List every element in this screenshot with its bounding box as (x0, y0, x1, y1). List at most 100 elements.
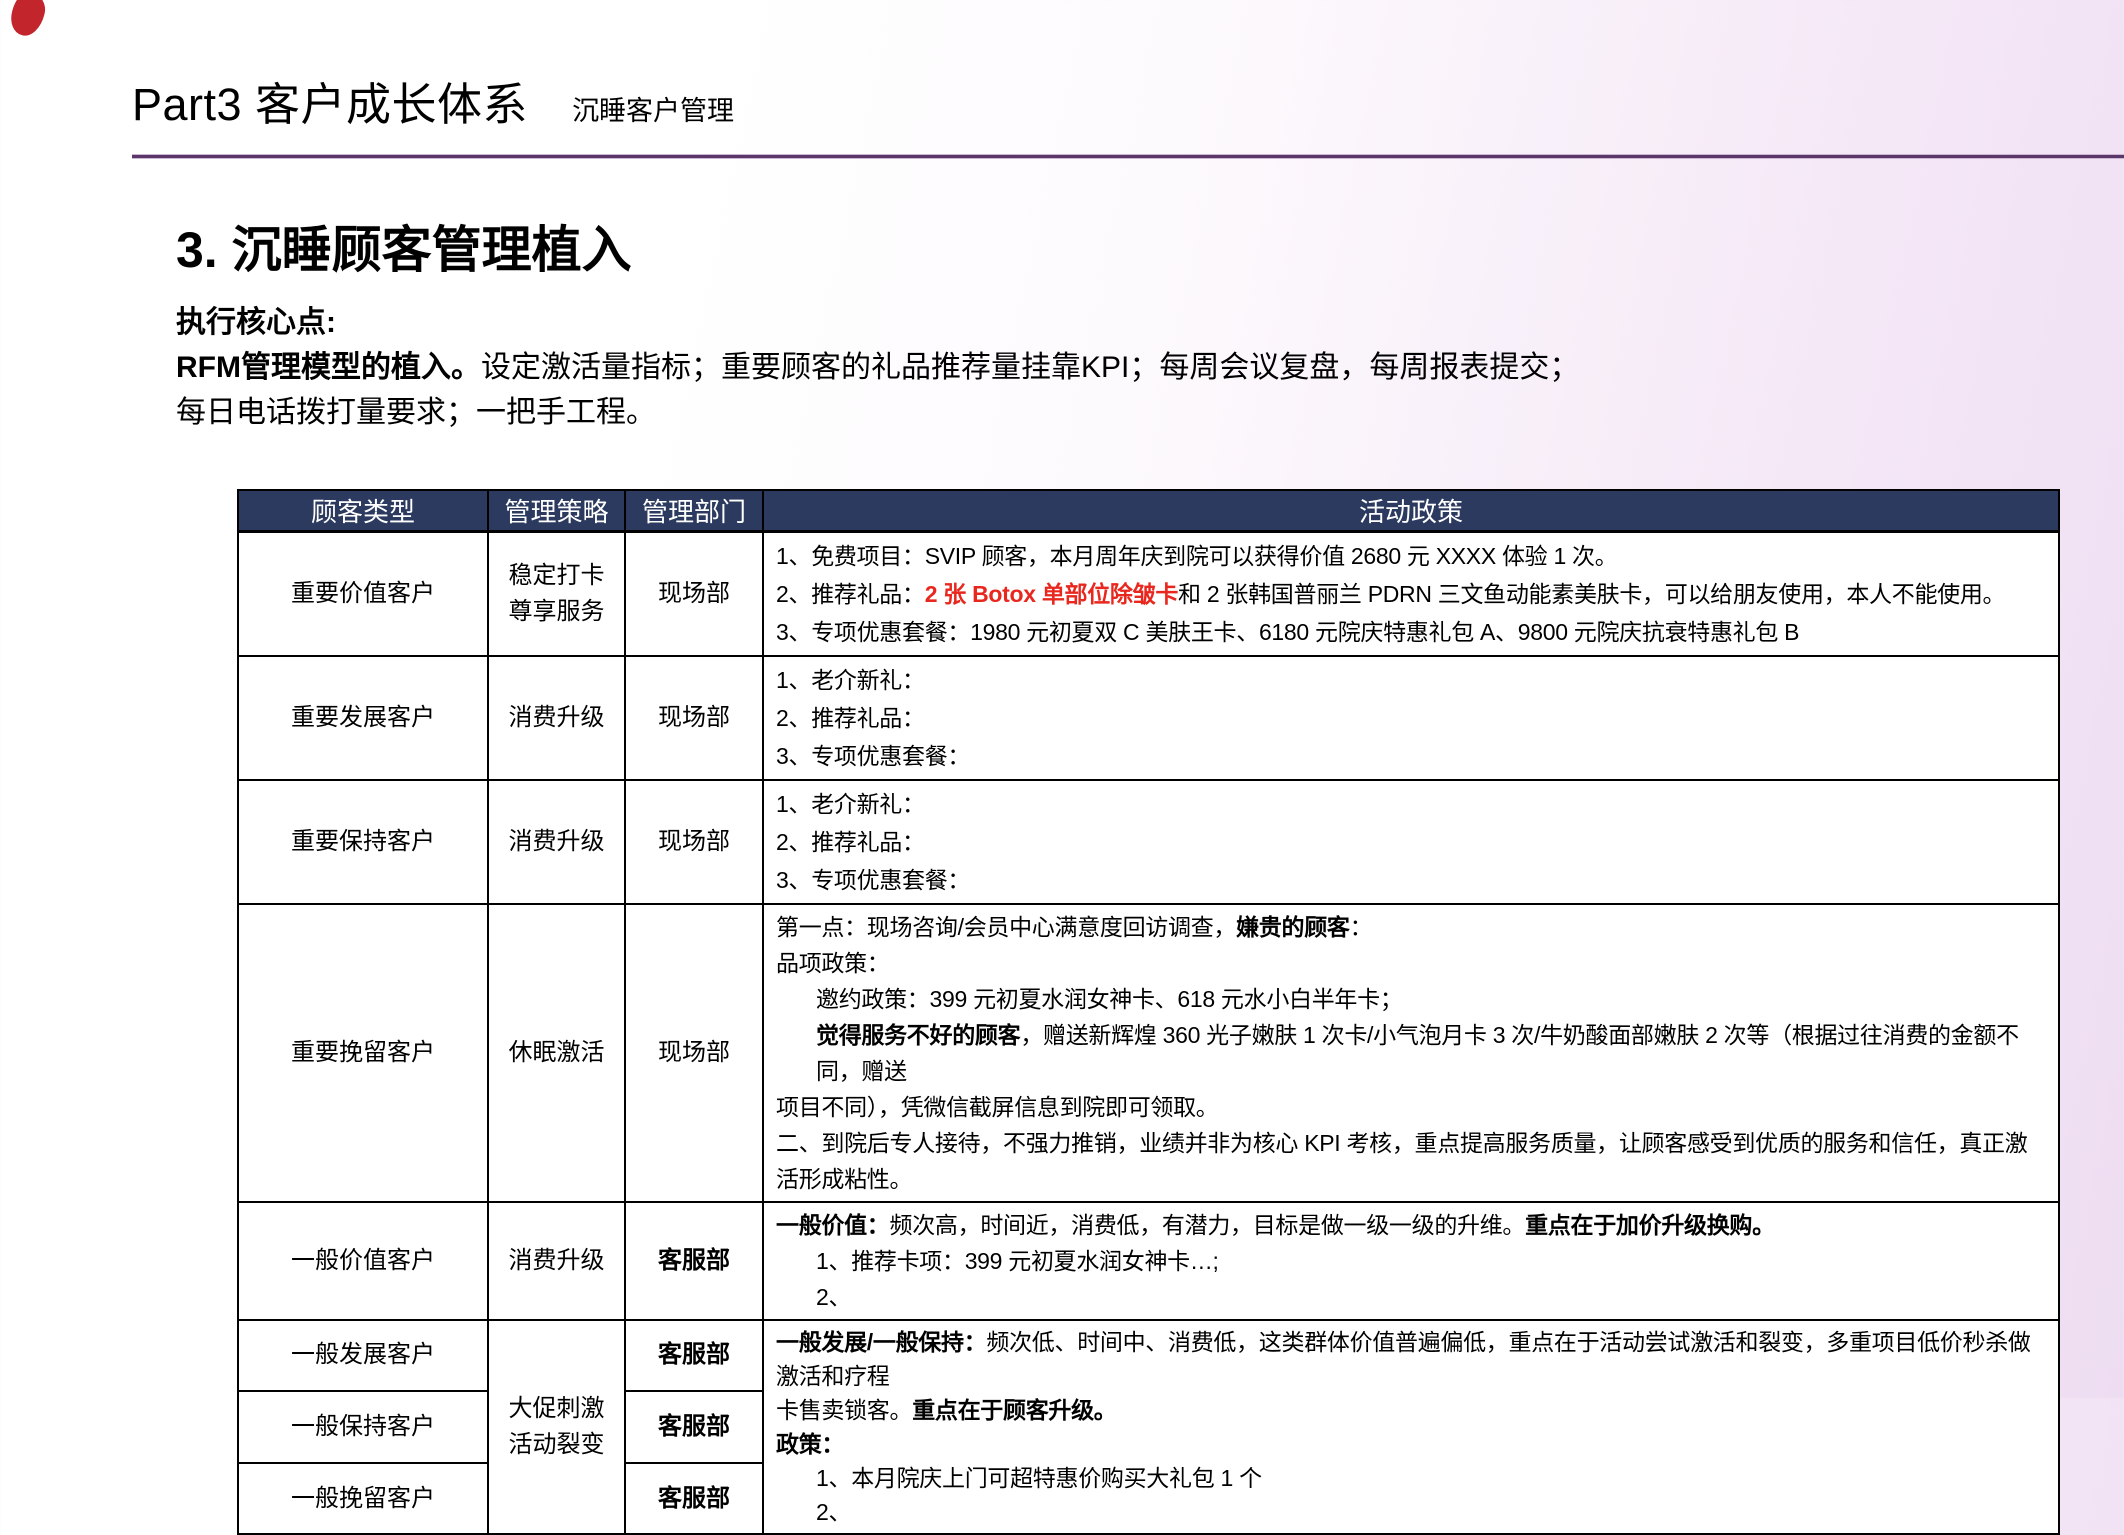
strategy-cell: 稳定打卡尊享服务 (488, 532, 625, 657)
strategy-line: 消费升级 (493, 1243, 620, 1279)
table-row: 重要挽留客户休眠激活现场部第一点：现场咨询/会员中心满意度回访调查，嫌贵的顾客：… (238, 904, 2059, 1202)
policy-line: 1、老介新礼： (776, 785, 2050, 823)
customer-type-cell: 一般挽留客户 (238, 1463, 488, 1534)
policy-text: 3、专项优惠套餐： (776, 743, 970, 769)
strategy-line: 休眠激活 (493, 1035, 620, 1071)
policy-bold-text: 政策： (776, 1431, 844, 1457)
policy-cell: 1、老介新礼： 2、推荐礼品： 3、专项优惠套餐： (763, 780, 2059, 904)
table-row: 一般发展客户大促刺激活动裂变客服部一般发展/一般保持：频次低、时间中、消费低，这… (238, 1320, 2059, 1391)
policy-highlight-red: 2 张 Botox 单部位除皱卡 (925, 581, 1178, 607)
policy-line: 卡售卖锁客。重点在于顾客升级。 (776, 1393, 2050, 1427)
department-cell: 客服部 (625, 1202, 763, 1320)
strategy-line: 尊享服务 (493, 594, 620, 630)
strategy-cell: 消费升级 (488, 1202, 625, 1320)
policy-text: 项目不同），凭微信截屏信息到院即可领取。 (776, 1094, 1219, 1120)
policy-line: 政策： (776, 1427, 2050, 1461)
table-body: 重要价值客户稳定打卡尊享服务现场部1、免费项目：SVIP 顾客，本月周年庆到院可… (238, 532, 2059, 1535)
policy-cell: 1、老介新礼： 2、推荐礼品： 3、专项优惠套餐： (763, 656, 2059, 780)
policy-cell: 一般价值：频次高，时间近，消费低，有潜力，目标是做一级一级的升维。重点在于加价升… (763, 1202, 2059, 1320)
policy-line: 1、本月院庆上门可超特惠价购买大礼包 1 个 (776, 1461, 2050, 1495)
department-cell: 客服部 (625, 1320, 763, 1391)
policy-bold-text: 重点在于顾客升级。 (912, 1397, 1116, 1423)
policy-line: 一般发展/一般保持：频次低、时间中、消费低，这类群体价值普遍偏低，重点在于活动尝… (776, 1325, 2050, 1393)
policy-text: 第一点：现场咨询/会员中心满意度回访调查， (776, 914, 1236, 940)
policy-line: 3、专项优惠套餐： (776, 737, 2050, 775)
policy-line: 3、专项优惠套餐：1980 元初夏双 C 美肤王卡、6180 元院庆特惠礼包 A… (776, 613, 2050, 651)
policy-line: 觉得服务不好的顾客，赠送新辉煌 360 光子嫩肤 1 次卡/小气泡月卡 3 次/… (776, 1017, 2050, 1089)
policy-line: 3、专项优惠套餐： (776, 861, 2050, 899)
policy-text: 2、 (816, 1499, 851, 1525)
department-cell: 现场部 (625, 780, 763, 904)
policy-text: 品项政策： (776, 950, 890, 976)
table-row: 重要保持客户消费升级现场部 1、老介新礼： 2、推荐礼品： 3、专项优惠套餐： (238, 780, 2059, 904)
department-cell: 现场部 (625, 532, 763, 657)
strategy-line: 活动裂变 (493, 1427, 620, 1463)
strategy-cell: 大促刺激活动裂变 (488, 1320, 625, 1534)
department-cell: 现场部 (625, 656, 763, 780)
policy-line: 邀约政策：399 元初夏水润女神卡、618 元水小白半年卡； (776, 981, 2050, 1017)
policy-line: 2、推荐礼品：2 张 Botox 单部位除皱卡和 2 张韩国普丽兰 PDRN 三… (776, 575, 2050, 613)
rfm-model-bold-text: RFM管理模型的植入。 (176, 351, 481, 384)
red-ink-decoration (7, 0, 49, 39)
customer-type-cell: 重要保持客户 (238, 780, 488, 904)
strategy-cell: 休眠激活 (488, 904, 625, 1202)
strategy-cell: 消费升级 (488, 780, 625, 904)
core-points-line1: RFM管理模型的植入。设定激活量指标；重要顾客的礼品推荐量挂靠KPI；每周会议复… (176, 345, 1579, 390)
policy-text: 和 2 张韩国普丽兰 PDRN 三文鱼动能素美肤卡，可以给朋友使用，本人不能使用… (1178, 581, 2005, 607)
column-header-4: 活动政策 (763, 490, 2059, 532)
slide-header: Part3 客户成长体系 沉睡客户管理 (132, 68, 734, 133)
customer-type-cell: 一般保持客户 (238, 1391, 488, 1463)
policy-text: 二、到院后专人接待，不强力推销，业绩并非为核心 KPI 考核，重点提高服务质量，… (776, 1130, 2027, 1192)
section-title: 3. 沉睡顾客管理植入 (176, 210, 632, 282)
policy-bold-text: 重点在于加价升级换购。 (1525, 1212, 1775, 1238)
policy-text: ： (1350, 914, 1373, 940)
policy-cell: 第一点：现场咨询/会员中心满意度回访调查，嫌贵的顾客： 品项政策： 邀约政策：399… (763, 904, 2059, 1202)
department-cell: 现场部 (625, 904, 763, 1202)
column-header-2: 管理策略 (488, 490, 625, 532)
table-row: 重要发展客户消费升级现场部 1、老介新礼： 2、推荐礼品： 3、专项优惠套餐： (238, 656, 2059, 780)
customer-type-cell: 重要发展客户 (238, 656, 488, 780)
strategy-line: 消费升级 (493, 700, 620, 736)
policy-bold-text: 嫌贵的顾客 (1236, 914, 1350, 940)
column-header-1: 顾客类型 (238, 490, 488, 532)
policy-text: 邀约政策：399 元初夏水润女神卡、618 元水小白半年卡； (816, 986, 1403, 1012)
policy-text: 卡售卖锁客。 (776, 1397, 912, 1423)
table-row: 重要价值客户稳定打卡尊享服务现场部1、免费项目：SVIP 顾客，本月周年庆到院可… (238, 532, 2059, 657)
department-cell: 客服部 (625, 1391, 763, 1463)
policy-text: 2、推荐礼品： (776, 705, 925, 731)
part-title: Part3 客户成长体系 (132, 79, 528, 130)
slide-subtitle: 沉睡客户管理 (572, 96, 734, 126)
strategy-line: 大促刺激 (493, 1391, 620, 1427)
policy-text: 1、老介新礼： (776, 667, 925, 693)
rfm-customer-table: 顾客类型管理策略管理部门活动政策 重要价值客户稳定打卡尊享服务现场部1、免费项目… (237, 489, 2060, 1535)
policy-line: 1、老介新礼： (776, 661, 2050, 699)
policy-text: 1、推荐卡项：399 元初夏水润女神卡…; (816, 1248, 1219, 1274)
column-header-3: 管理部门 (625, 490, 763, 532)
customer-type-cell: 一般价值客户 (238, 1202, 488, 1320)
policy-bold-text: 一般价值： (776, 1212, 890, 1238)
policy-text: 2、推荐礼品： (776, 829, 925, 855)
strategy-cell: 消费升级 (488, 656, 625, 780)
policy-text: 频次高，时间近，消费低，有潜力，目标是做一级一级的升维。 (890, 1212, 1526, 1238)
policy-cell: 1、免费项目：SVIP 顾客，本月周年庆到院可以获得价值 2680 元 XXXX… (763, 532, 2059, 657)
policy-text: 2、推荐礼品： (776, 581, 925, 607)
policy-line: 1、推荐卡项：399 元初夏水润女神卡…; (776, 1243, 2050, 1279)
table-row: 一般价值客户消费升级客服部一般价值：频次高，时间近，消费低，有潜力，目标是做一级… (238, 1202, 2059, 1320)
core-points-label: 执行核心点: (176, 300, 1579, 345)
policy-line: 二、到院后专人接待，不强力推销，业绩并非为核心 KPI 考核，重点提高服务质量，… (776, 1125, 2050, 1197)
policy-line: 品项政策： (776, 945, 2050, 981)
policy-line: 项目不同），凭微信截屏信息到院即可领取。 (776, 1089, 2050, 1125)
policy-bold-text: 觉得服务不好的顾客 (816, 1022, 1020, 1048)
strategy-line: 消费升级 (493, 824, 620, 860)
policy-line: 2、 (776, 1279, 2050, 1315)
strategy-line: 稳定打卡 (493, 558, 620, 594)
policy-bold-text: 一般发展/一般保持： (776, 1329, 986, 1355)
customer-type-cell: 重要挽留客户 (238, 904, 488, 1202)
core-points-line2: 每日电话拨打量要求；一把手工程。 (176, 390, 1579, 435)
policy-text: 1、免费项目：SVIP 顾客，本月周年庆到院可以获得价值 2680 元 XXXX… (776, 543, 1617, 569)
customer-type-cell: 一般发展客户 (238, 1320, 488, 1391)
table-header-row: 顾客类型管理策略管理部门活动政策 (238, 490, 2059, 532)
policy-cell: 一般发展/一般保持：频次低、时间中、消费低，这类群体价值普遍偏低，重点在于活动尝… (763, 1320, 2059, 1534)
policy-text: 2、 (816, 1284, 851, 1310)
department-cell: 客服部 (625, 1463, 763, 1534)
